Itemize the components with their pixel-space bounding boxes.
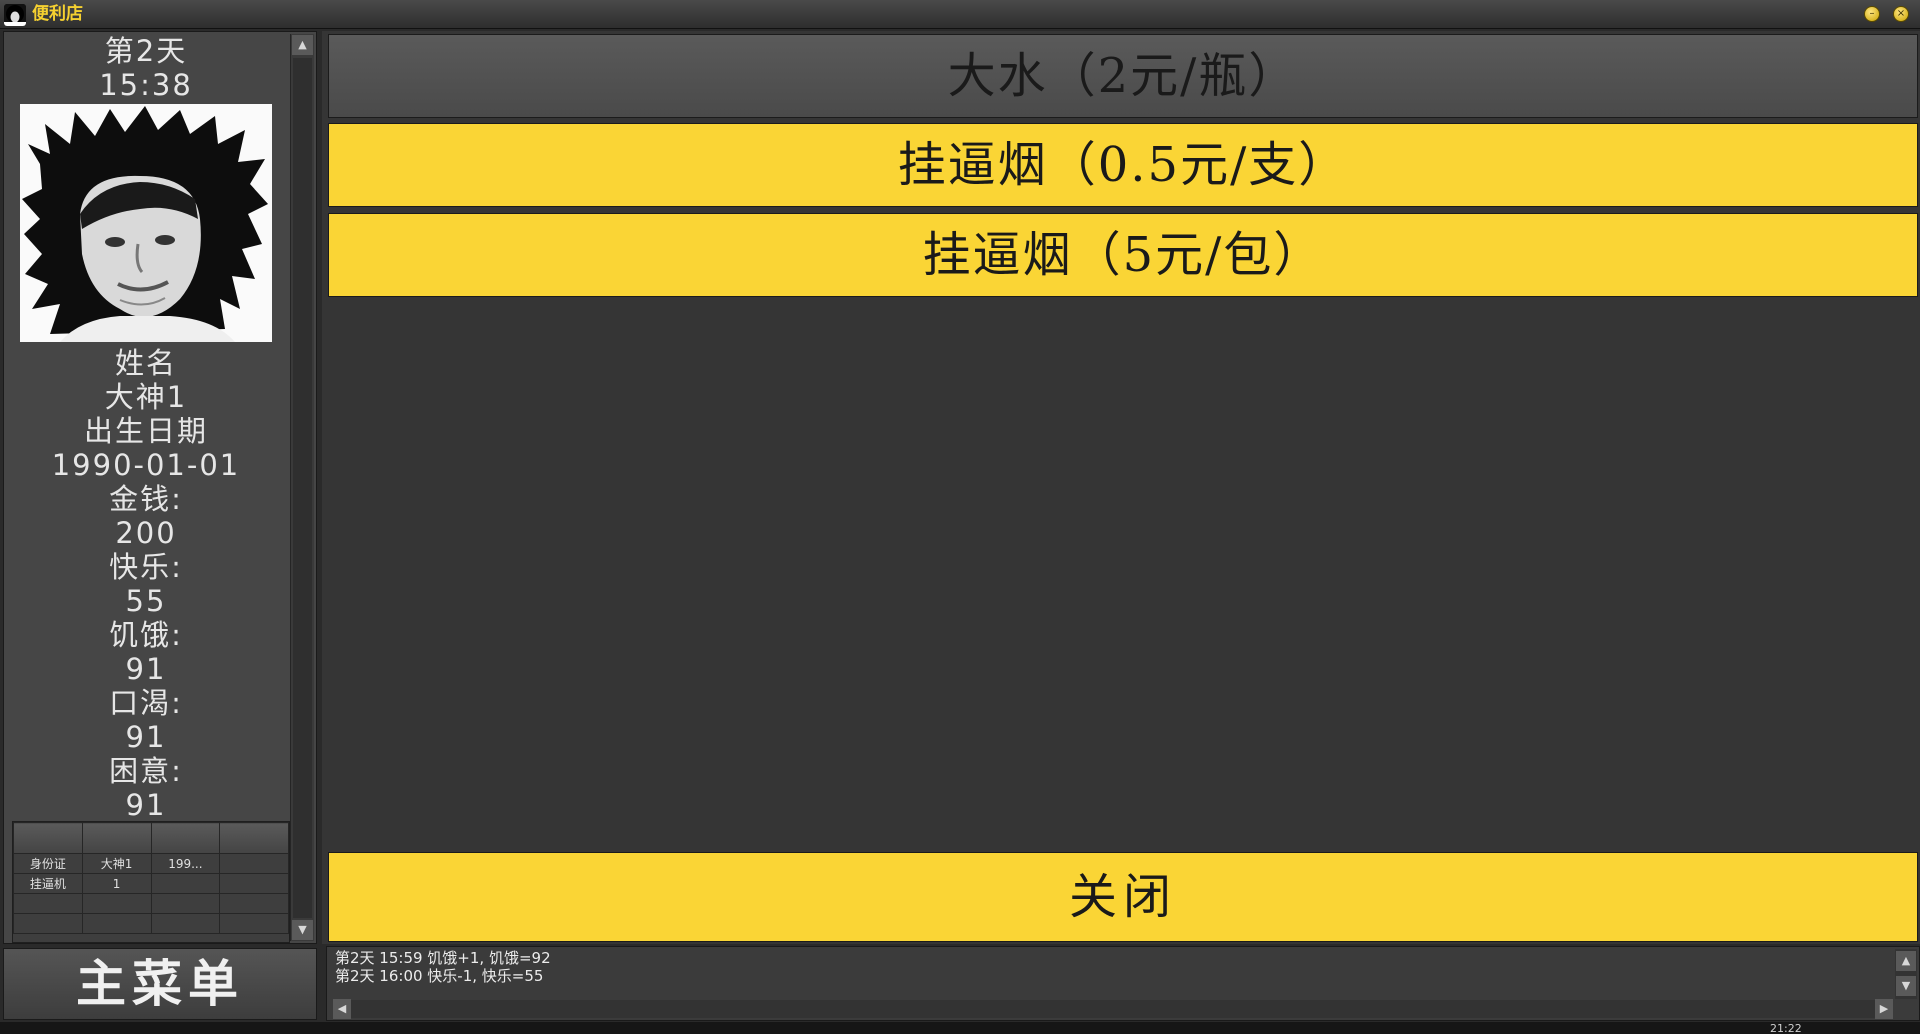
inventory-cell[interactable] (219, 893, 289, 914)
character-info: 第2天 15:38 姓名 大神1 出生日期 1990-01-01 金钱: 200… (4, 32, 288, 943)
happy-label: 快乐: (109, 550, 183, 584)
close-window-icon[interactable]: × (1893, 6, 1909, 22)
shop-panel: 大水（2元/瓶） 挂逼烟（0.5元/支） 挂逼烟（5元/包） 关闭 (322, 31, 1920, 944)
shop-item-water-button[interactable]: 大水（2元/瓶） (328, 34, 1918, 118)
character-panel[interactable]: 第2天 15:38 姓名 大神1 出生日期 1990-01-01 金钱: 200… (3, 31, 317, 944)
inventory-cell[interactable] (81, 893, 152, 914)
inventory-cell[interactable]: 身份证 (13, 853, 83, 874)
birth-label: 出生日期 (83, 414, 208, 448)
thirst-value: 91 (125, 720, 167, 754)
inventory-cell[interactable] (219, 913, 289, 934)
inventory-cell[interactable]: 挂逼机 (13, 873, 83, 894)
happy-value: 55 (125, 584, 167, 618)
inventory-table: 身份证 大神1 199... 挂逼机 1 (13, 822, 289, 934)
money-value: 200 (115, 516, 177, 550)
app-window: 便利店 – × 第2天 15:38 姓名 大神1 出生日期 1990-01-01… (0, 0, 1920, 1034)
day-label: 第2天 (104, 34, 188, 68)
scrollbar-thumb[interactable] (293, 58, 312, 918)
sleepy-label: 困意: (109, 754, 183, 788)
character-avatar (20, 104, 272, 342)
taskbar-strip (0, 1022, 1920, 1034)
inventory-cell[interactable] (219, 873, 289, 894)
name-label: 姓名 (114, 346, 177, 380)
hunger-label: 饥饿: (109, 618, 183, 652)
scroll-left-icon[interactable]: ◀ (333, 999, 351, 1019)
inventory-cell[interactable]: 1 (81, 873, 152, 894)
thirst-label: 口渴: (109, 686, 183, 720)
window-title: 便利店 (32, 4, 83, 24)
inventory-cell[interactable] (13, 893, 83, 914)
title-bar[interactable]: 便利店 – × (0, 0, 1920, 29)
inventory-column-header[interactable] (13, 822, 83, 854)
character-panel-scrollbar[interactable]: ▲ ▼ (290, 34, 314, 941)
shop-item-cigarette-single-button[interactable]: 挂逼烟（0.5元/支） (328, 123, 1918, 207)
inventory-cell[interactable] (150, 873, 221, 894)
birth-value: 1990-01-01 (51, 448, 241, 482)
log-vertical-scrollbar[interactable]: ▲ ▼ (1895, 949, 1917, 999)
scroll-up-icon[interactable]: ▲ (1896, 951, 1916, 971)
inventory-cell[interactable] (13, 913, 83, 934)
scroll-up-icon[interactable]: ▲ (292, 35, 313, 55)
main-menu-button[interactable]: 主菜单 (3, 948, 317, 1020)
log-text: 第2天 15:59 饥饿+1, 饥饿=92 第2天 16:00 快乐-1, 快乐… (335, 949, 551, 985)
log-line: 第2天 15:59 饥饿+1, 饥饿=92 (335, 949, 551, 967)
shop-item-cigarette-pack-button[interactable]: 挂逼烟（5元/包） (328, 213, 1918, 297)
table-row[interactable]: 挂逼机 1 (13, 873, 289, 894)
sleepy-value: 91 (125, 788, 167, 822)
scroll-down-icon[interactable]: ▼ (1896, 976, 1916, 996)
inventory-column-header[interactable] (81, 822, 152, 854)
inventory-header-row (13, 822, 289, 854)
table-row[interactable]: 身份证 大神1 199... (13, 853, 289, 874)
scroll-down-icon[interactable]: ▼ (292, 920, 313, 940)
table-row[interactable] (13, 893, 289, 914)
inventory-grid[interactable]: 身份证 大神1 199... 挂逼机 1 (12, 821, 290, 943)
log-line: 第2天 16:00 快乐-1, 快乐=55 (335, 967, 544, 985)
hunger-value: 91 (125, 652, 167, 686)
table-row[interactable] (13, 913, 289, 934)
close-button[interactable]: 关闭 (328, 852, 1918, 942)
inventory-cell[interactable] (219, 853, 289, 874)
inventory-cell[interactable] (81, 913, 152, 934)
log-horizontal-scrollbar[interactable]: ◀ ▶ (333, 999, 1893, 1019)
inventory-column-header[interactable] (150, 822, 221, 854)
inventory-column-header[interactable] (219, 822, 289, 854)
scroll-right-icon[interactable]: ▶ (1875, 999, 1893, 1019)
time-label: 15:38 (99, 68, 193, 102)
inventory-cell[interactable] (150, 913, 221, 934)
money-label: 金钱: (109, 482, 183, 516)
inventory-cell[interactable]: 大神1 (81, 853, 152, 874)
minimize-icon[interactable]: – (1864, 6, 1880, 22)
taskbar-clock: 21:22 (1770, 1022, 1802, 1034)
app-avatar-icon (4, 4, 26, 26)
name-value: 大神1 (104, 380, 188, 414)
inventory-cell[interactable] (150, 893, 221, 914)
event-log[interactable]: 第2天 15:59 饥饿+1, 饥饿=92 第2天 16:00 快乐-1, 快乐… (326, 946, 1920, 1021)
inventory-cell[interactable]: 199... (150, 853, 221, 874)
